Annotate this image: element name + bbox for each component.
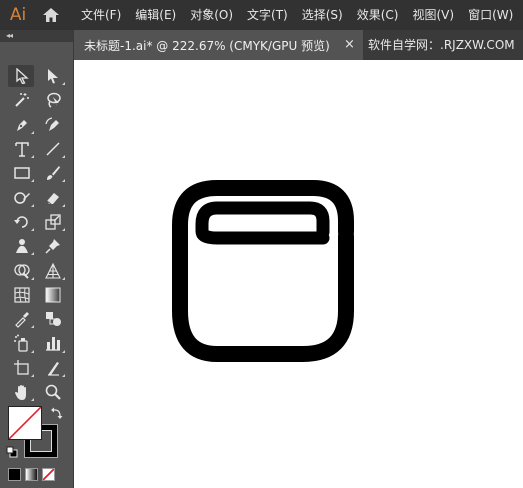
direct-selection-tool-icon[interactable] xyxy=(37,64,68,88)
type-tool-icon[interactable] xyxy=(6,137,37,161)
mesh-tool-icon[interactable] xyxy=(6,283,37,307)
slice-tool-icon[interactable] xyxy=(37,356,68,380)
menu-effect[interactable]: 效果(C) xyxy=(350,0,406,30)
default-fill-stroke-icon[interactable] xyxy=(6,446,18,461)
tab-close-icon[interactable]: × xyxy=(344,30,355,60)
pen-tool-icon[interactable] xyxy=(6,113,37,137)
collapse-panel-button[interactable]: ◂◂ xyxy=(0,30,73,42)
document-tab-bar: 未标题-1.ai* @ 222.67% (CMYK/GPU 预览) × 软件自学… xyxy=(74,30,523,60)
color-mode-icon[interactable] xyxy=(8,468,21,481)
column-graph-tool-icon[interactable] xyxy=(37,331,68,355)
magic-wand-tool-icon[interactable] xyxy=(6,88,37,112)
menu-object[interactable]: 对象(O) xyxy=(183,0,240,30)
symbol-sprayer-tool-icon[interactable] xyxy=(6,331,37,355)
eyedropper-tool-icon[interactable] xyxy=(6,307,37,331)
menu-type[interactable]: 文字(T) xyxy=(240,0,295,30)
color-mode-row xyxy=(8,468,55,481)
canvas-artboard[interactable] xyxy=(74,60,523,488)
tab-document-active[interactable]: 未标题-1.ai* @ 222.67% (CMYK/GPU 预览) xyxy=(74,30,363,60)
zoom-tool-icon[interactable] xyxy=(37,380,68,404)
curvature-tool-icon[interactable] xyxy=(37,113,68,137)
tab-document-second[interactable]: 软件自学网：.RJZXW.COM xyxy=(364,30,515,60)
menu-view[interactable]: 视图(V) xyxy=(405,0,461,30)
gradient-mode-icon[interactable] xyxy=(25,468,38,481)
menu-edit[interactable]: 编辑(E) xyxy=(128,0,183,30)
perspective-grid-tool-icon[interactable] xyxy=(37,258,68,282)
shaper-tool-icon[interactable] xyxy=(6,185,37,209)
app-logo: Ai xyxy=(9,5,27,25)
menu-select[interactable]: 选择(S) xyxy=(295,0,350,30)
fill-stroke-widget xyxy=(6,406,68,488)
selection-tool-icon[interactable] xyxy=(6,64,37,88)
puppet-warp-tool-icon[interactable] xyxy=(6,234,37,258)
line-segment-tool-icon[interactable] xyxy=(37,137,68,161)
none-mode-icon[interactable] xyxy=(42,468,55,481)
menu-bar: Ai 文件(F) 编辑(E) 对象(O) 文字(T) 选择(S) 效果(C) 视… xyxy=(0,0,523,30)
pin-tool-icon[interactable] xyxy=(37,234,68,258)
blend-tool-icon[interactable] xyxy=(37,307,68,331)
tool-panel: ◂◂ xyxy=(0,30,74,488)
shape-builder-tool-icon[interactable] xyxy=(6,258,37,282)
tools-grid xyxy=(6,64,68,404)
scale-tool-icon[interactable] xyxy=(37,210,68,234)
menu-file[interactable]: 文件(F) xyxy=(74,0,128,30)
rectangle-tool-icon[interactable] xyxy=(6,161,37,185)
gradient-tool-icon[interactable] xyxy=(37,283,68,307)
lasso-tool-icon[interactable] xyxy=(37,88,68,112)
tab-title: 软件自学网：.RJZXW.COM xyxy=(368,38,515,52)
main-menu: 文件(F) 编辑(E) 对象(O) 文字(T) 选择(S) 效果(C) 视图(V… xyxy=(74,0,520,30)
wallet-icon-artwork[interactable] xyxy=(172,180,362,362)
artboard-tool-icon[interactable] xyxy=(6,356,37,380)
swap-fill-stroke-icon[interactable] xyxy=(50,406,64,423)
tab-title: 未标题-1.ai* @ 222.67% (CMYK/GPU 预览) xyxy=(84,38,330,53)
hand-tool-icon[interactable] xyxy=(6,380,37,404)
eraser-tool-icon[interactable] xyxy=(37,185,68,209)
paintbrush-tool-icon[interactable] xyxy=(37,161,68,185)
home-icon[interactable] xyxy=(36,0,66,30)
fill-swatch[interactable] xyxy=(8,406,42,440)
rotate-tool-icon[interactable] xyxy=(6,210,37,234)
menu-window[interactable]: 窗口(W) xyxy=(461,0,520,30)
